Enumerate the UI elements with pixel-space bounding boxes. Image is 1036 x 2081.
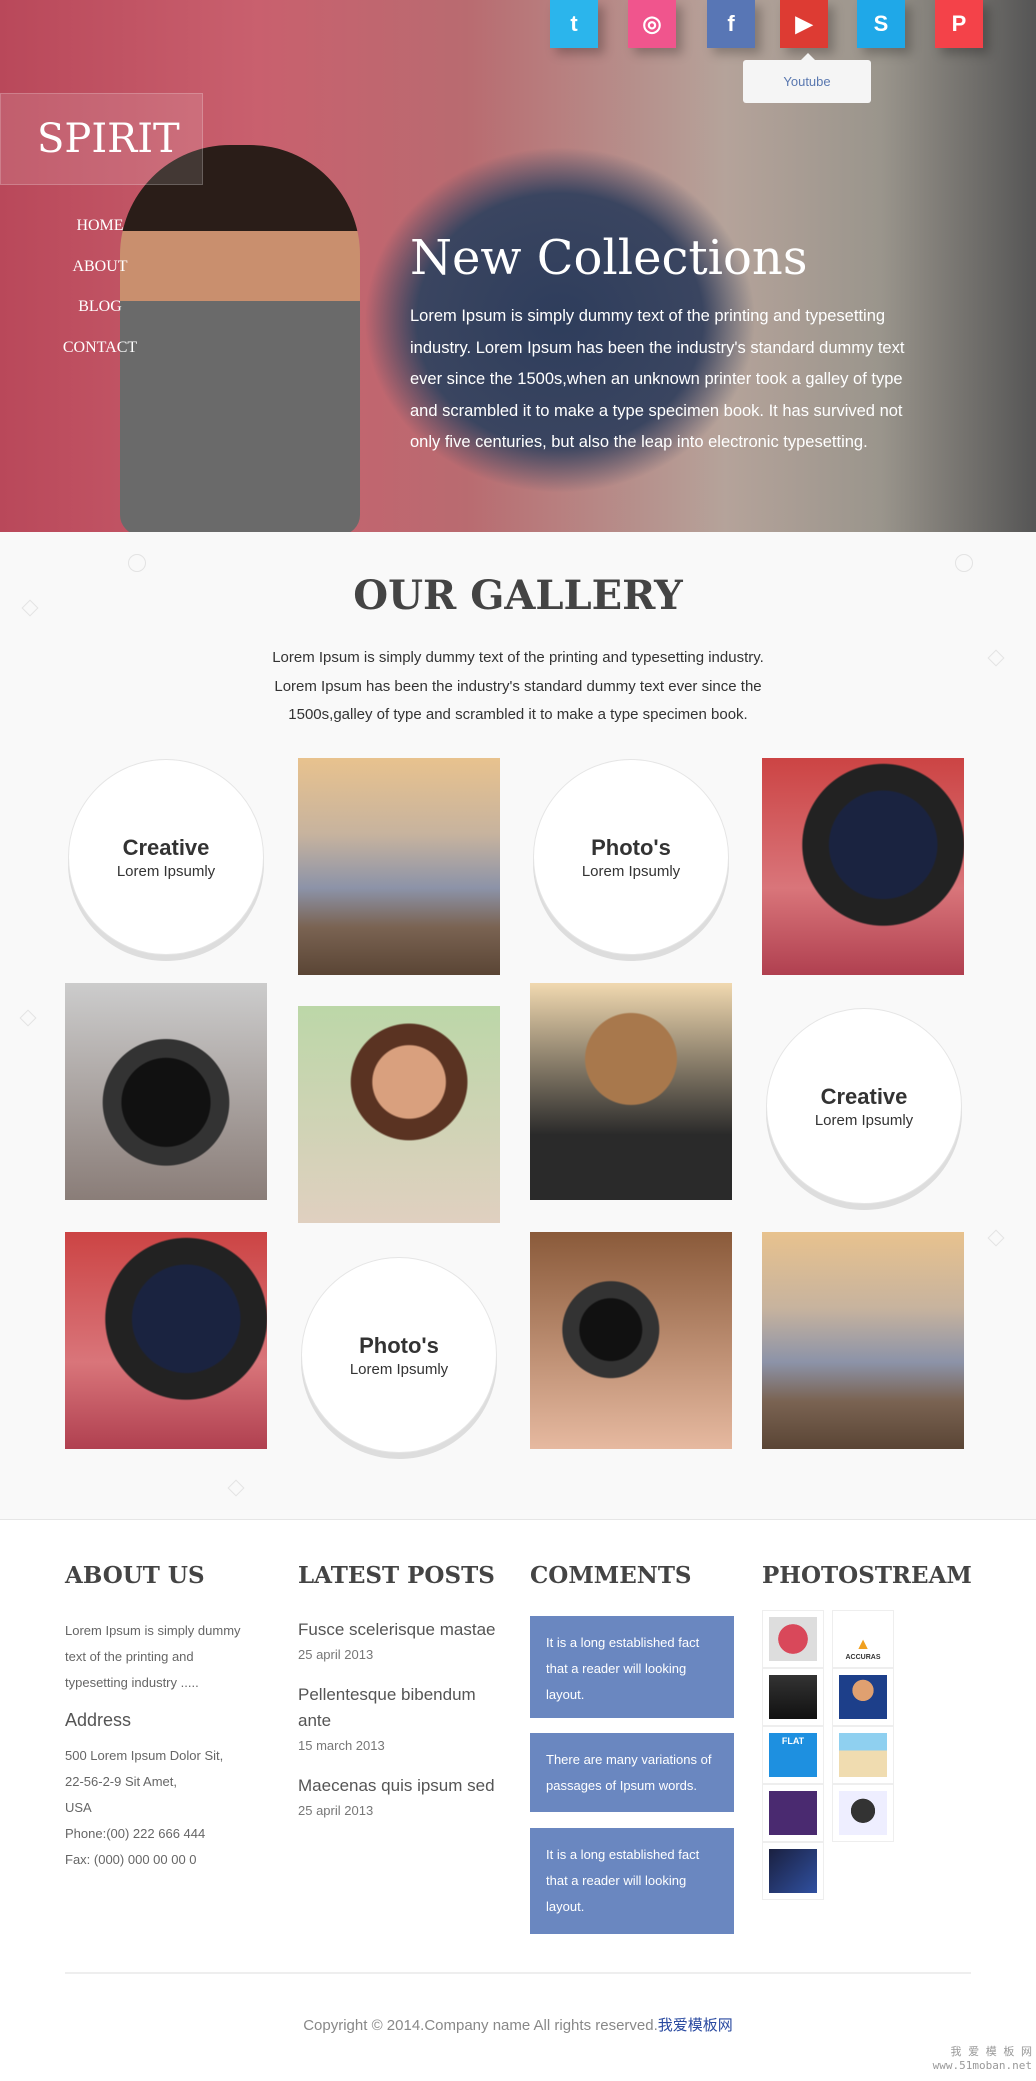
fax: Fax: (000) 000 00 00 0 bbox=[65, 1852, 197, 1867]
photostream-thumb-hello[interactable] bbox=[762, 1784, 824, 1842]
twitter-icon[interactable]: t bbox=[550, 0, 598, 48]
footer-divider bbox=[65, 1972, 971, 1974]
post-link[interactable]: Maecenas quis ipsum sed bbox=[298, 1773, 498, 1799]
nav-contact[interactable]: CONTACT bbox=[0, 339, 200, 357]
watermark: 我 爱 模 板 网 www.51moban.net bbox=[933, 2045, 1032, 2073]
youtube-icon[interactable]: ▶ bbox=[780, 0, 828, 48]
comment-box: There are many variations of passages of… bbox=[530, 1733, 734, 1812]
watermark-url: www.51moban.net bbox=[932, 2059, 1032, 2072]
circle-sub: Lorem Ipsumly bbox=[581, 862, 681, 880]
thumb-label: ACCURAS bbox=[845, 1654, 881, 1661]
gallery-photo-camera[interactable] bbox=[762, 758, 964, 975]
youtube-tooltip: Youtube bbox=[743, 53, 871, 103]
about-text: Lorem Ipsum is simply dummy text of the … bbox=[65, 1623, 241, 1690]
copyright-text: Copyright © 2014.Company name All rights… bbox=[303, 2017, 658, 2034]
address-line: USA bbox=[65, 1800, 92, 1815]
post-date: 25 april 2013 bbox=[298, 1803, 374, 1818]
hero-text: Lorem Ipsum is simply dummy text of the … bbox=[410, 307, 905, 451]
about-column: Lorem Ipsum is simply dummy text of the … bbox=[65, 1618, 255, 1873]
circle-sub: Lorem Ipsumly bbox=[814, 1111, 914, 1129]
posts-column: Fusce scelerisque mastae 25 april 2013 P… bbox=[298, 1617, 498, 1838]
circle-title: Creative bbox=[122, 834, 210, 860]
address-line: 500 Lorem Ipsum Dolor Sit, bbox=[65, 1748, 224, 1763]
gallery-photo-mountain[interactable] bbox=[762, 1232, 964, 1449]
nav-about[interactable]: ABOUT bbox=[0, 258, 200, 276]
post-date: 25 april 2013 bbox=[298, 1647, 374, 1662]
circle-sub: Lorem Ipsumly bbox=[349, 1360, 449, 1378]
gallery-photo-mountain[interactable] bbox=[298, 758, 500, 975]
gallery-circle[interactable]: Photo's Lorem Ipsumly bbox=[533, 759, 729, 955]
gallery-photo-camera[interactable] bbox=[65, 1232, 267, 1449]
gallery-circle[interactable]: Photo's Lorem Ipsumly bbox=[301, 1257, 497, 1453]
photostream-thumb-character[interactable] bbox=[832, 1668, 894, 1726]
circle-title: Creative bbox=[820, 1083, 908, 1109]
skype-icon[interactable]: S bbox=[857, 0, 905, 48]
photostream-thumb-beach[interactable] bbox=[832, 1726, 894, 1784]
post-link[interactable]: Fusce scelerisque mastae bbox=[298, 1617, 498, 1643]
comment-box: It is a long established fact that a rea… bbox=[530, 1828, 734, 1934]
comment-box: It is a long established fact that a rea… bbox=[530, 1616, 734, 1718]
watermark-cn: 我 爱 模 板 网 bbox=[950, 2045, 1033, 2058]
nav-blog[interactable]: BLOG bbox=[0, 298, 200, 316]
gallery-photo-nikon[interactable] bbox=[65, 983, 267, 1200]
photostream-thumb-apps[interactable] bbox=[762, 1842, 824, 1900]
post-link[interactable]: Pellentesque bibendum ante bbox=[298, 1682, 488, 1734]
photostream-thumb-cat[interactable] bbox=[832, 1784, 894, 1842]
gallery-title: OUR GALLERY bbox=[353, 572, 683, 619]
nav-home[interactable]: HOME bbox=[0, 217, 200, 235]
dribbble-icon[interactable]: ◎ bbox=[628, 0, 676, 48]
circle-sub: Lorem Ipsumly bbox=[116, 862, 216, 880]
copyright: Copyright © 2014.Company name All rights… bbox=[0, 2014, 1036, 2035]
phone: Phone:(00) 222 666 444 bbox=[65, 1826, 206, 1841]
gallery-circle[interactable]: Creative Lorem Ipsumly bbox=[68, 759, 264, 955]
gallery-photo-girl[interactable] bbox=[298, 1006, 500, 1223]
post-date: 15 march 2013 bbox=[298, 1738, 385, 1753]
posts-heading: LATEST POSTS bbox=[298, 1562, 495, 1589]
address-heading: Address bbox=[65, 1710, 132, 1730]
comments-heading: COMMENTS bbox=[530, 1562, 692, 1589]
gallery-photo-woman[interactable] bbox=[530, 1232, 732, 1449]
hero-title: New Collections bbox=[410, 230, 808, 286]
gallery-text: Lorem Ipsum is simply dummy text of the … bbox=[272, 649, 764, 723]
about-heading: ABOUT US bbox=[65, 1562, 205, 1589]
photostream-thumb-accuras[interactable]: ▲ ACCURAS bbox=[832, 1610, 894, 1668]
address-line: 22-56-2-9 Sit Amet, bbox=[65, 1774, 177, 1789]
photostream-thumb-flat[interactable]: FLAT bbox=[762, 1726, 824, 1784]
photostream-thumb-heart[interactable] bbox=[762, 1610, 824, 1668]
circle-title: Photo's bbox=[591, 834, 671, 860]
photostream-heading: PHOTOSTREAM bbox=[762, 1562, 972, 1589]
circle-title: Photo's bbox=[359, 1332, 439, 1358]
photostream-thumb-dark[interactable] bbox=[762, 1668, 824, 1726]
copyright-link[interactable]: 我爱模板网 bbox=[658, 2017, 733, 2034]
pinterest-icon[interactable]: P bbox=[935, 0, 983, 48]
facebook-icon[interactable]: f bbox=[707, 0, 755, 48]
gallery-circle[interactable]: Creative Lorem Ipsumly bbox=[766, 1008, 962, 1204]
logo[interactable]: SPIRIT bbox=[0, 93, 203, 185]
gallery-photo-cat[interactable] bbox=[530, 983, 732, 1200]
